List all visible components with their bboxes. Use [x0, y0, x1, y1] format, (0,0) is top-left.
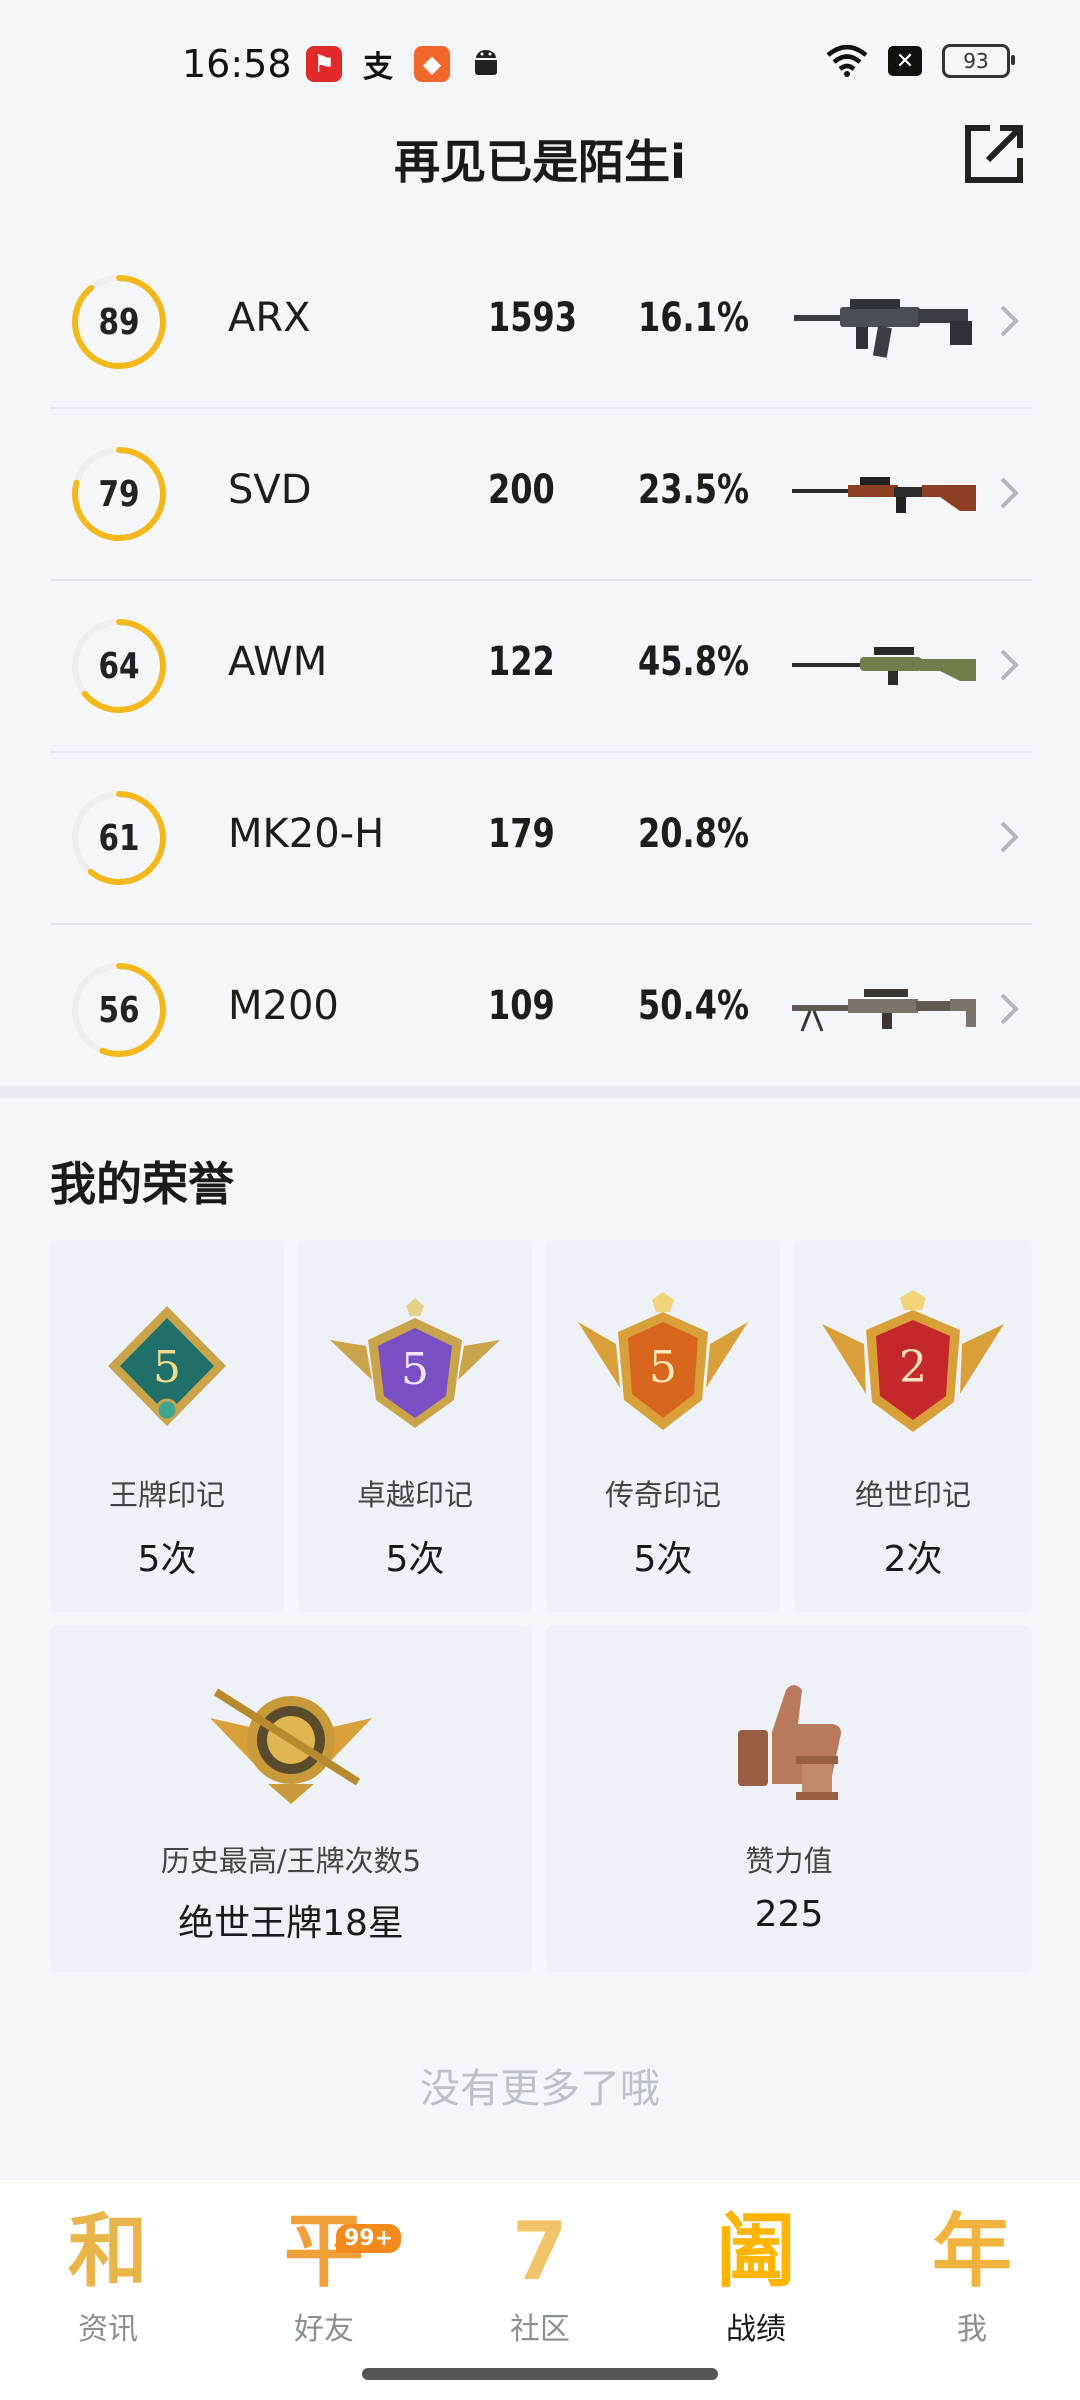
nav-item-community[interactable]: 7 社区: [470, 2204, 610, 2348]
arx-rifle-image: [794, 299, 972, 358]
weapon-row[interactable]: 89 ARX 1593 16.1%: [50, 237, 1032, 409]
weapon-row[interactable]: 79 SVD 200 23.5%: [50, 409, 1032, 581]
svd-rifle-image: [792, 477, 976, 513]
awm-rifle-image: [792, 647, 976, 685]
honor-section-title: 我的荣誉: [50, 1157, 234, 1211]
weapon-rate: 23.5%: [638, 467, 750, 513]
nav-label: 好友: [294, 2312, 354, 2347]
weapon-row[interactable]: 61 MK20-H 179 20.8%: [50, 753, 1032, 925]
ace-mark-icon: 5: [108, 1306, 226, 1426]
chevron-right-icon: [1000, 649, 1019, 681]
weapon-name: ARX: [228, 295, 311, 341]
nav-label: 社区: [510, 2312, 570, 2347]
chevron-right-icon: [1000, 477, 1019, 509]
notification-app-icon: ⚑: [306, 46, 342, 82]
weapon-score: 61: [98, 817, 140, 859]
honor-label: 王牌印记: [108, 1478, 225, 1512]
thumbs-up-icon: [738, 1685, 841, 1800]
home-indicator[interactable]: [362, 2368, 718, 2380]
chevron-right-icon: [1000, 305, 1019, 337]
weapon-row[interactable]: 56 M200 109 50.4%: [50, 925, 1032, 1095]
peerless-mark-icon: 2: [822, 1290, 1004, 1432]
wifi-icon: [826, 45, 868, 77]
weapon-rate: 45.8%: [638, 639, 750, 685]
weapon-kills: 200: [488, 467, 555, 513]
chevron-right-icon: [1000, 993, 1019, 1025]
battery-icon: 93: [942, 44, 1015, 78]
honor-value: 2次: [883, 1539, 943, 1580]
weapon-name: AWM: [228, 639, 328, 685]
friends-badge: 99+: [336, 2224, 402, 2253]
nav-item-news[interactable]: 和 资讯: [38, 2204, 178, 2348]
android-icon: [468, 46, 504, 82]
weapon-score: 64: [98, 645, 140, 687]
alipay-icon: 支: [363, 50, 393, 85]
highest-rank-icon: [210, 1688, 372, 1804]
honor-value: 5次: [137, 1539, 197, 1580]
status-time: 16:58: [182, 42, 292, 86]
legend-mark-number: 5: [649, 1342, 677, 1393]
section-divider: [0, 1086, 1080, 1098]
status-app-icons: ⚑ 支 ◆: [306, 46, 504, 85]
honor-card-legend[interactable]: 5 传奇印记 5次: [546, 1240, 780, 1612]
weapon-rate: 20.8%: [638, 811, 750, 857]
weapon-name: M200: [228, 983, 339, 1029]
news-icon: 和: [68, 2205, 148, 2298]
honor-label: 绝世印记: [854, 1478, 971, 1512]
weapon-score: 89: [98, 301, 140, 343]
share-icon[interactable]: [962, 122, 1026, 186]
nav-item-record[interactable]: 阖 战绩: [686, 2204, 826, 2348]
nav-item-me[interactable]: 年 我: [902, 2204, 1042, 2348]
weapon-rate: 50.4%: [638, 983, 750, 1029]
status-right: ✕ 93: [826, 44, 1015, 78]
honor-value: 5次: [633, 1539, 693, 1580]
page-title: 再见已是陌生i: [394, 135, 686, 189]
nav-label: 战绩: [726, 2312, 786, 2347]
weapon-score: 56: [98, 989, 140, 1031]
game-app-icon: ◆: [414, 46, 450, 82]
weapon-name: SVD: [228, 467, 312, 513]
nav-label: 我: [957, 2312, 987, 2347]
legend-mark-icon: 5: [578, 1292, 748, 1430]
weapon-kills: 1593: [488, 295, 578, 341]
status-bar: 16:58 ⚑ 支 ◆ ✕ 93: [0, 0, 1080, 130]
weapon-kills: 109: [488, 983, 555, 1029]
weapon-kills: 122: [488, 639, 555, 685]
no-more-text: 没有更多了哦: [420, 2066, 660, 2112]
highest-rank-card[interactable]: 历史最高/王牌次数5 绝世王牌18星: [50, 1626, 532, 1972]
honor-card-excellence[interactable]: 5 卓越印记 5次: [298, 1240, 532, 1612]
weapon-name: MK20-H: [228, 811, 385, 857]
weapon-row[interactable]: 64 AWM 122 45.8%: [50, 581, 1032, 753]
weapon-score: 79: [98, 473, 140, 515]
excellence-mark-icon: 5: [330, 1298, 500, 1428]
record-icon: 阖: [716, 2205, 796, 2298]
me-icon: 年: [932, 2205, 1012, 2298]
weapon-list: 89 ARX 1593 16.1% 79 SVD 200 23.5% 64 AW…: [50, 237, 1032, 1095]
weapon-kills: 179: [488, 811, 555, 857]
honor-card-ace[interactable]: 5 王牌印记 5次: [50, 1240, 284, 1612]
m200-rifle-image: [792, 989, 976, 1032]
weapon-rate: 16.1%: [638, 295, 750, 341]
honor-label: 赞力值: [745, 1844, 833, 1878]
xbox-icon: ✕: [888, 46, 922, 76]
excellence-mark-number: 5: [401, 1344, 429, 1395]
likes-card[interactable]: 赞力值 225: [546, 1626, 1032, 1972]
honor-card-peerless[interactable]: 2 绝世印记 2次: [794, 1240, 1032, 1612]
battery-level: 93: [963, 49, 989, 73]
honor-value: 5次: [385, 1539, 445, 1580]
community-icon: 7: [512, 2205, 568, 2298]
honor-value: 绝世王牌18星: [178, 1903, 404, 1944]
nav-item-friends[interactable]: 平 99+ 好友: [254, 2204, 402, 2348]
honor-value: 225: [754, 1894, 824, 1935]
honor-label: 卓越印记: [356, 1478, 473, 1512]
nav-label: 资讯: [78, 2312, 138, 2347]
ace-mark-number: 5: [153, 1342, 181, 1393]
honor-label: 历史最高/王牌次数5: [160, 1844, 422, 1878]
honor-label: 传奇印记: [604, 1478, 721, 1512]
chevron-right-icon: [1000, 821, 1019, 853]
bottom-nav: 和 资讯 平 99+ 好友 7 社区 阖 战绩 年 我: [0, 2180, 1080, 2400]
peerless-mark-number: 2: [899, 1342, 927, 1393]
